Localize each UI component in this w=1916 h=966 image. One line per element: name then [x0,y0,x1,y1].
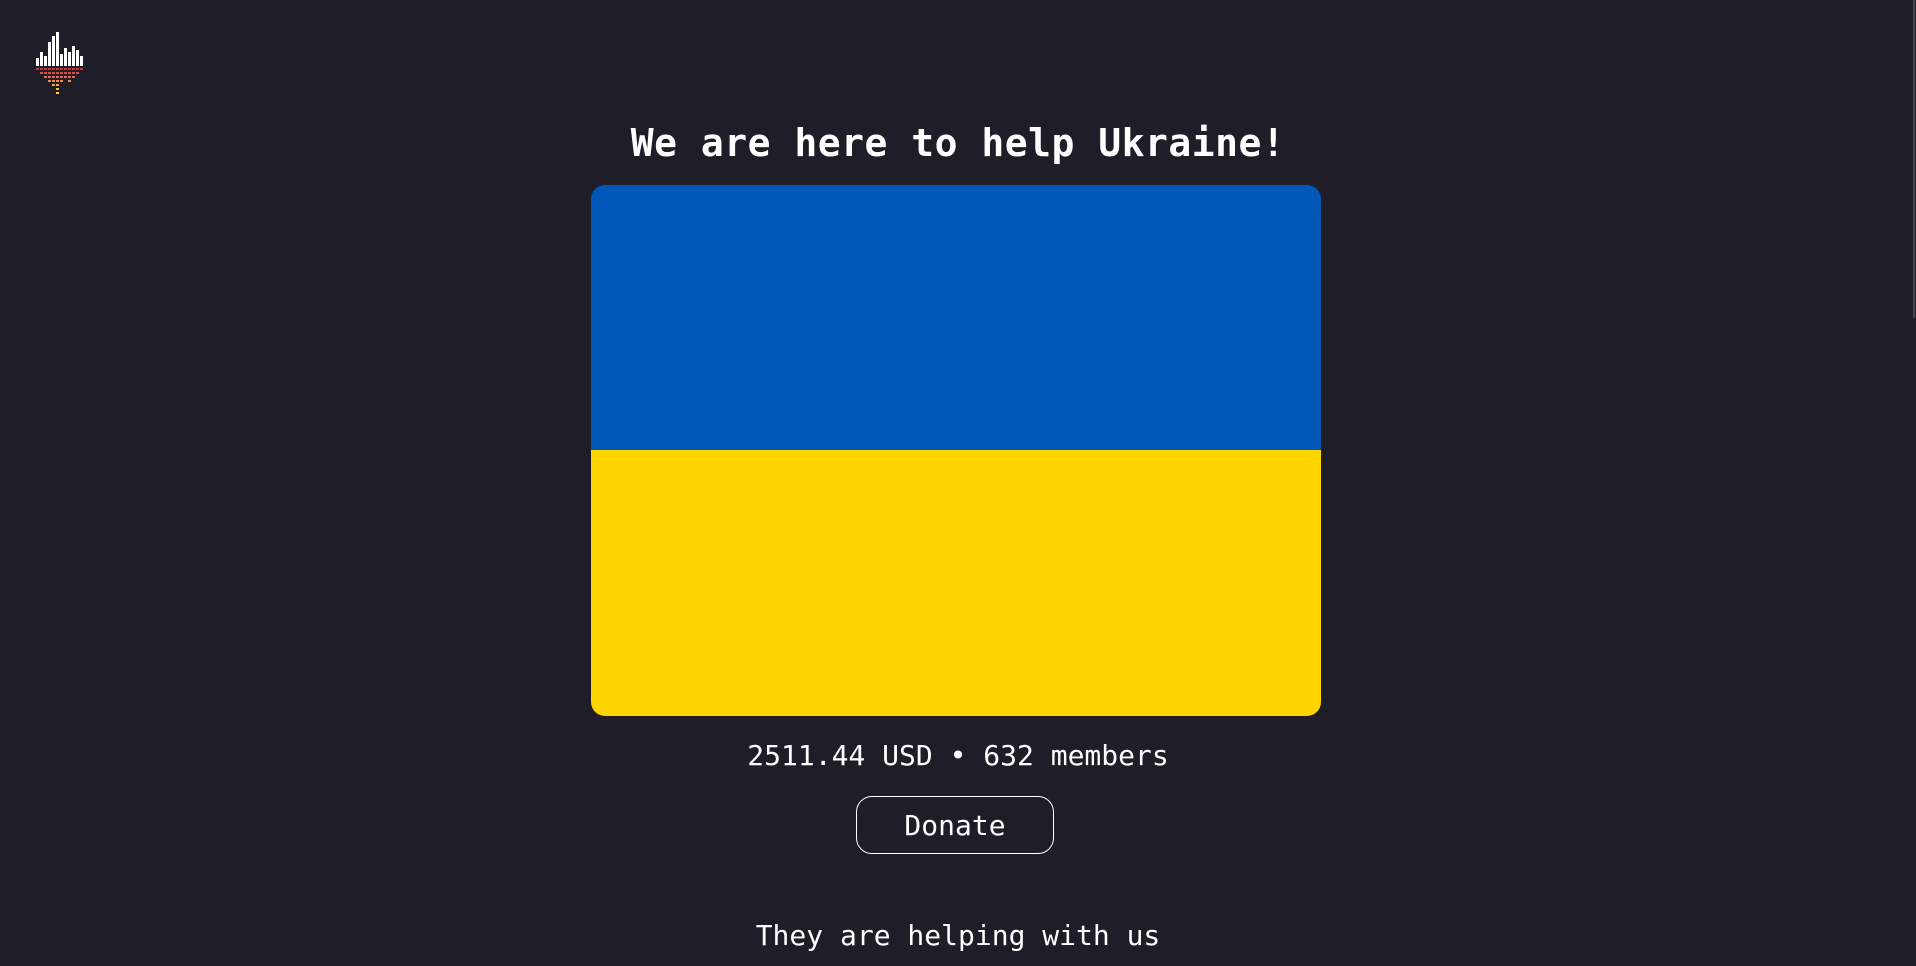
page: We are here to help Ukraine! 2511.44 USD… [0,0,1916,966]
donation-stats: 2511.44 USD • 632 members [747,739,1169,772]
page-title: We are here to help Ukraine! [630,121,1286,165]
scrollbar-thumb[interactable] [1913,0,1915,318]
flag-blue-stripe [591,185,1321,450]
flag-yellow-stripe [591,450,1321,716]
helpers-heading: They are helping with us [755,919,1161,952]
ukraine-flag-image [591,185,1321,716]
donate-button[interactable]: Donate [856,796,1054,854]
scrollbar[interactable] [1912,0,1916,966]
equalizer-logo-icon[interactable] [36,32,96,106]
